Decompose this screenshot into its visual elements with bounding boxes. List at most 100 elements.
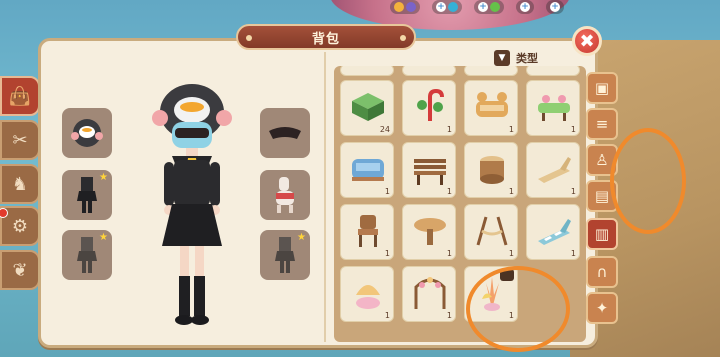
equipped-icon: ★ [297, 232, 306, 243]
burger-icon: ≡ [595, 115, 609, 133]
category-tab-food[interactable]: ≡ [586, 108, 618, 140]
tab-furniture[interactable]: ♞ [0, 164, 40, 204]
penguin-hat-icon [67, 113, 107, 153]
stump-stool-icon [472, 149, 512, 189]
item-wooden-bench[interactable]: 1 [402, 142, 456, 198]
item-quantity: 1 [508, 249, 514, 258]
box-icon: ▣ [594, 79, 610, 97]
item-rope-rack[interactable]: 1 [464, 204, 518, 260]
filter-label: 类型 [516, 52, 538, 65]
item-flower-bench[interactable]: 1 [526, 80, 580, 136]
category-tab-box[interactable]: ▣ [586, 72, 618, 104]
item-stump-stool[interactable]: 1 [464, 142, 518, 198]
horseshoe-icon: ∩ [596, 263, 608, 281]
character-area: ★ ★ ★ [50, 50, 320, 340]
category-tab-horseshoe[interactable]: ∩ [586, 256, 618, 288]
page-title: 背包 [311, 31, 340, 47]
equip-slot-outfit-2[interactable]: ★ [62, 230, 112, 280]
close-button[interactable]: ✖ [572, 26, 602, 56]
hud-chip-5[interactable]: + [546, 0, 564, 14]
item-wooden-chair[interactable]: 1 [340, 204, 394, 260]
compass-icon: ✦ [595, 299, 609, 317]
top-hud: + + + + [390, 0, 564, 18]
gear-icon: ⚙ [11, 215, 29, 237]
blue-sofa-icon [348, 149, 388, 189]
item-candy-cane-tree[interactable]: 1 [402, 80, 456, 136]
category-tab-compass[interactable]: ✦ [586, 292, 618, 324]
equipped-icon: ★ [99, 232, 108, 243]
round-table-icon [410, 211, 450, 251]
annotation-circle [610, 128, 686, 234]
plus-icon[interactable]: + [436, 2, 446, 12]
dog-sofa-icon [472, 87, 512, 127]
item-quantity: 1 [446, 249, 452, 258]
title-banner: 背包 [236, 24, 416, 50]
sofa-icon: ▤ [594, 187, 610, 205]
tab-bag[interactable]: 👜 [0, 76, 40, 116]
item-blue-sofa[interactable]: 1 [340, 142, 394, 198]
grid-cell-partial [402, 66, 456, 76]
shell-lamp-icon [348, 273, 388, 313]
close-icon: ✖ [579, 30, 595, 52]
item-quantity: 1 [384, 187, 390, 196]
tab-food[interactable]: ❦ [0, 250, 40, 290]
grid-cell-partial [526, 66, 580, 76]
item-quantity: 1 [570, 249, 576, 258]
panel-divider [324, 52, 326, 342]
item-dog-sofa[interactable]: 1 [464, 80, 518, 136]
item-quantity: 1 [570, 187, 576, 196]
item-lounge-chair[interactable]: 1 [526, 142, 580, 198]
plus-icon[interactable]: + [478, 2, 488, 12]
fence-icon: ▥ [594, 225, 610, 243]
item-round-table[interactable]: 1 [402, 204, 456, 260]
item-hedge-block[interactable]: 24 [340, 80, 394, 136]
candy-icon: ❦ [12, 259, 28, 281]
item-quantity: 1 [384, 249, 390, 258]
bag-icon: 👜 [8, 85, 32, 107]
grid-cell-partial [464, 66, 518, 76]
alpaca-icon [265, 175, 305, 215]
tab-tools[interactable]: ✂ [0, 120, 40, 160]
item-quantity: 1 [384, 311, 390, 320]
candy-cane-tree-icon [410, 87, 450, 127]
item-quantity: 1 [446, 187, 452, 196]
annotation-circle [466, 266, 570, 352]
item-shell-lamp[interactable]: 1 [340, 266, 394, 322]
rope-rack-icon [472, 211, 512, 251]
chair-icon: ♞ [11, 173, 29, 195]
banner-pin [400, 35, 406, 41]
dropdown-arrow-icon: ▼ [494, 50, 510, 66]
item-quantity: 1 [508, 125, 514, 134]
gem-icon [406, 2, 416, 12]
lounge-chair-icon [534, 149, 574, 189]
category-tab-fence[interactable]: ▥ [586, 218, 618, 250]
plus-icon[interactable]: + [520, 2, 530, 12]
character-avatar [152, 84, 232, 325]
energy-icon [490, 2, 500, 12]
item-quantity: 1 [508, 187, 514, 196]
hud-chip-2[interactable]: + [432, 0, 462, 14]
equipped-icon: ★ [99, 172, 108, 183]
equip-slot-mask[interactable] [260, 108, 310, 158]
item-floral-arch[interactable]: 1 [402, 266, 456, 322]
item-quantity: 1 [446, 125, 452, 134]
item-quantity: 1 [570, 125, 576, 134]
equip-slot-pet[interactable] [260, 170, 310, 220]
plus-icon[interactable]: + [550, 2, 560, 12]
type-filter[interactable]: ▼ 类型 [494, 50, 538, 66]
item-striped-lounge[interactable]: 1 [526, 204, 580, 260]
banner-pin [246, 35, 252, 41]
item-quantity: 24 [379, 125, 390, 134]
hud-chip-3[interactable]: + [474, 0, 504, 14]
equip-slot-hat[interactable] [62, 108, 112, 158]
hud-chip-4[interactable]: + [516, 0, 534, 14]
currency-icon [448, 2, 458, 12]
equip-slot-outfit-3[interactable]: ★ [260, 230, 310, 280]
equip-slot-outfit[interactable]: ★ [62, 170, 112, 220]
hud-chip-1[interactable] [390, 0, 420, 14]
wooden-chair-icon [348, 211, 388, 251]
wooden-bench-icon [410, 149, 450, 189]
striped-lounge-icon [534, 211, 574, 251]
hedge-block-icon [348, 87, 388, 127]
grid-cell-partial [340, 66, 394, 76]
